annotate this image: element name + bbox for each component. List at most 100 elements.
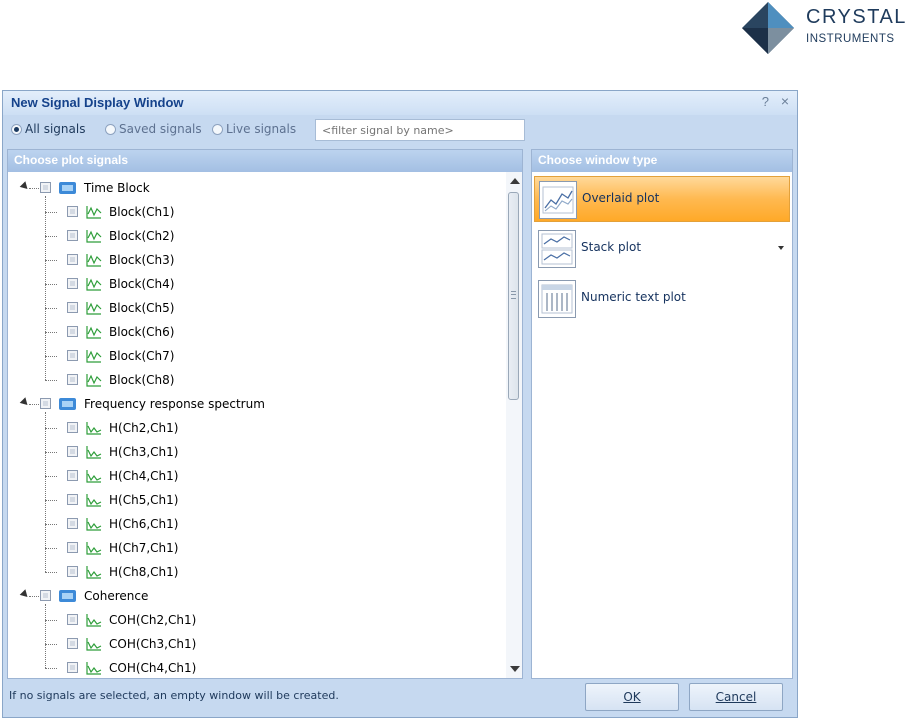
checkbox[interactable] — [67, 446, 78, 457]
tree-connector — [29, 188, 39, 189]
checkbox[interactable] — [40, 182, 51, 193]
radio-all-signals-label: All signals — [25, 122, 86, 136]
tree-signal-item[interactable]: H(Ch4,Ch1) — [8, 464, 498, 488]
signal-group-icon — [59, 590, 76, 602]
tree-signal-item[interactable]: Block(Ch4) — [8, 272, 498, 296]
time-signal-icon — [86, 230, 102, 243]
tree-signal-label: Block(Ch5) — [109, 301, 175, 315]
tree-signal-item[interactable]: H(Ch2,Ch1) — [8, 416, 498, 440]
signal-filter-row: All signals Saved signals Live signals — [9, 119, 791, 141]
tree-signal-item[interactable]: H(Ch8,Ch1) — [8, 560, 498, 584]
tree-connector — [45, 284, 57, 285]
scroll-down-arrow-icon[interactable] — [510, 666, 520, 672]
cancel-button[interactable]: Cancel — [689, 683, 783, 711]
tree-signal-item[interactable]: Block(Ch2) — [8, 224, 498, 248]
time-signal-icon — [86, 278, 102, 291]
window-type-label: Overlaid plot — [582, 191, 660, 205]
tree-signal-item[interactable]: H(Ch3,Ch1) — [8, 440, 498, 464]
checkbox[interactable] — [67, 206, 78, 217]
checkbox[interactable] — [67, 254, 78, 265]
scroll-up-arrow-icon[interactable] — [510, 178, 520, 184]
checkbox[interactable] — [67, 302, 78, 313]
tree-connector — [45, 332, 57, 333]
tree-signal-item[interactable]: COH(Ch3,Ch1) — [8, 632, 498, 656]
checkbox[interactable] — [67, 662, 78, 673]
checkbox[interactable] — [67, 422, 78, 433]
tree-group[interactable]: Time Block — [8, 176, 498, 200]
tree-signal-label: Block(Ch2) — [109, 229, 175, 243]
time-signal-icon — [86, 350, 102, 363]
checkbox[interactable] — [67, 542, 78, 553]
checkbox[interactable] — [67, 638, 78, 649]
tree-signal-item[interactable]: Block(Ch7) — [8, 344, 498, 368]
collapse-arrow-icon[interactable] — [19, 589, 31, 600]
frequency-signal-icon — [86, 662, 102, 675]
radio-all-signals[interactable]: All signals — [11, 122, 85, 136]
tree-signal-item[interactable]: Block(Ch1) — [8, 200, 498, 224]
window-type-label: Numeric text plot — [581, 290, 686, 304]
tree-connector — [45, 476, 57, 477]
plot-signals-panel: Choose plot signals Time Block Block(Ch1)… — [7, 149, 523, 679]
tree-group[interactable]: Coherence — [8, 584, 498, 608]
tree-signal-item[interactable]: H(Ch6,Ch1) — [8, 512, 498, 536]
tree-connector — [29, 404, 39, 405]
filter-signal-input[interactable] — [315, 119, 525, 141]
radio-saved-signals[interactable]: Saved signals — [105, 122, 202, 136]
tree-connector — [29, 596, 39, 597]
tree-signal-label: H(Ch7,Ch1) — [109, 541, 179, 555]
tree-connector — [45, 196, 46, 380]
checkbox[interactable] — [67, 230, 78, 241]
collapse-arrow-icon[interactable] — [19, 181, 31, 192]
frequency-signal-icon — [86, 566, 102, 579]
checkbox[interactable] — [67, 470, 78, 481]
checkbox[interactable] — [40, 590, 51, 601]
checkbox[interactable] — [67, 494, 78, 505]
tree-signal-item[interactable]: H(Ch7,Ch1) — [8, 536, 498, 560]
tree-connector — [45, 428, 57, 429]
checkbox[interactable] — [67, 518, 78, 529]
frequency-signal-icon — [86, 614, 102, 627]
tree-connector — [45, 212, 57, 213]
checkbox[interactable] — [40, 398, 51, 409]
tree-signal-item[interactable]: COH(Ch4,Ch1) — [8, 656, 498, 678]
dropdown-arrow-icon[interactable] — [778, 246, 784, 250]
checkbox[interactable] — [67, 566, 78, 577]
signal-tree[interactable]: Time Block Block(Ch1) Block(Ch2) Block(Ch3)… — [8, 172, 504, 678]
ok-button[interactable]: OK — [585, 683, 679, 711]
tree-signal-label: Block(Ch3) — [109, 253, 175, 267]
tree-signal-item[interactable]: Block(Ch5) — [8, 296, 498, 320]
window-type-overlaid-plot[interactable]: Overlaid plot — [534, 176, 790, 222]
window-type-numeric-text-plot[interactable]: Numeric text plot — [534, 276, 790, 322]
collapse-arrow-icon[interactable] — [19, 397, 31, 408]
tree-signal-label: H(Ch4,Ch1) — [109, 469, 179, 483]
checkbox[interactable] — [67, 350, 78, 361]
checkbox[interactable] — [67, 326, 78, 337]
tree-signal-label: COH(Ch4,Ch1) — [109, 661, 197, 675]
checkbox[interactable] — [67, 614, 78, 625]
signal-tree-scrollbar[interactable] — [506, 172, 522, 678]
tree-signal-item[interactable]: COH(Ch2,Ch1) — [8, 608, 498, 632]
tree-group-label: Time Block — [84, 181, 150, 195]
tree-signal-item[interactable]: Block(Ch6) — [8, 320, 498, 344]
scrollbar-thumb[interactable] — [508, 192, 519, 400]
cancel-button-label: Cancel — [715, 690, 757, 704]
signal-group-icon — [59, 182, 76, 194]
logo-brand-line2: INSTRUMENTS — [806, 33, 895, 45]
tree-group-label: Frequency response spectrum — [84, 397, 265, 411]
tree-connector — [45, 644, 57, 645]
tree-group[interactable]: Frequency response spectrum — [8, 392, 498, 416]
checkbox[interactable] — [67, 278, 78, 289]
frequency-signal-icon — [86, 542, 102, 555]
tree-signal-item[interactable]: Block(Ch8) — [8, 368, 498, 392]
window-type-stack-plot[interactable]: Stack plot — [534, 226, 790, 272]
plot-signals-header: Choose plot signals — [8, 150, 522, 172]
radio-live-signals[interactable]: Live signals — [212, 122, 296, 136]
checkbox[interactable] — [67, 374, 78, 385]
help-button[interactable]: ? — [762, 94, 769, 109]
tree-signal-item[interactable]: Block(Ch3) — [8, 248, 498, 272]
logo-diamond-icon — [742, 2, 794, 54]
tree-connector — [45, 236, 57, 237]
time-signal-icon — [86, 206, 102, 219]
close-button[interactable]: × — [781, 93, 789, 109]
tree-signal-item[interactable]: H(Ch5,Ch1) — [8, 488, 498, 512]
